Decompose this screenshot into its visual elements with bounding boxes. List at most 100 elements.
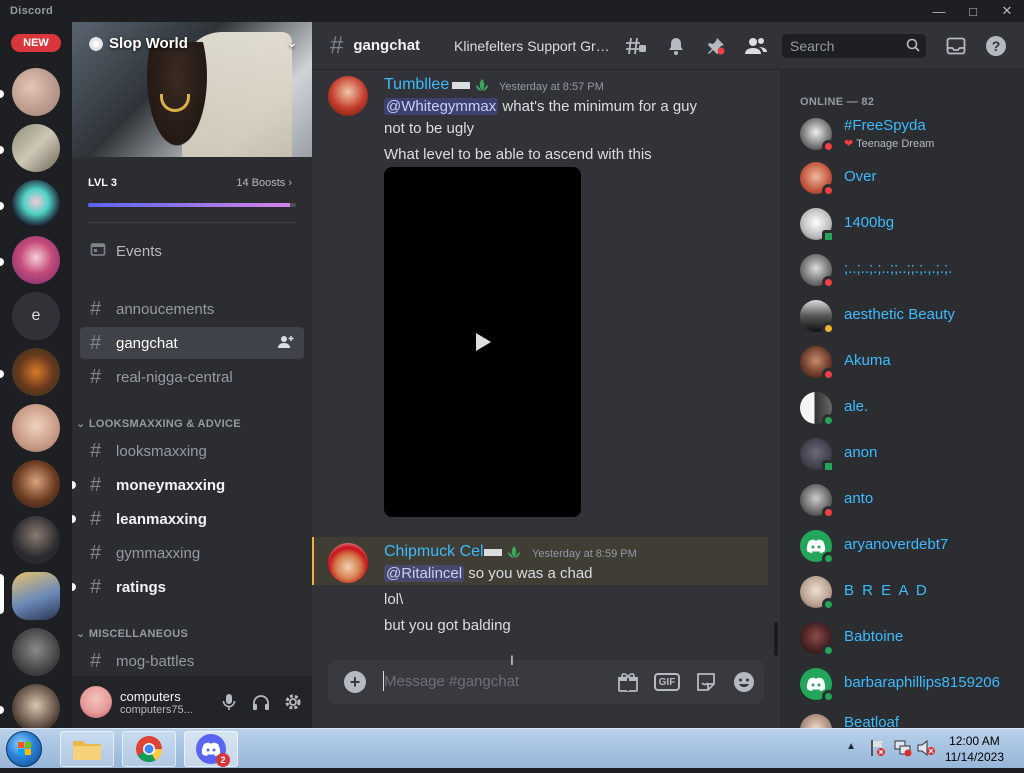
tray-expand-icon[interactable]: ▲ [846,741,856,752]
calendar-icon [90,241,114,261]
channel-real-nigga-central[interactable]: # real-nigga-central [80,361,304,393]
message-input[interactable]: Message #gangchat [384,673,519,690]
server-icon-2[interactable] [12,124,60,172]
boost-bar-fill [88,203,290,207]
message-avatar[interactable] [328,543,368,583]
pin-icon[interactable] [704,34,728,58]
member-item[interactable]: barbaraphillips8159206 [800,664,1020,704]
member-item[interactable]: Over [800,158,1020,198]
boost-count: 14 Boosts › [236,177,292,189]
gear-icon[interactable] [282,691,304,713]
channel-sidebar: Slop World ⌄ LVL 3 14 Boosts › Events # … [72,22,312,728]
member-item[interactable]: 1400bg [800,204,1020,244]
emoji-icon[interactable] [732,670,756,694]
member-item[interactable]: anto [800,480,1020,520]
headphones-icon[interactable] [250,691,272,713]
taskbar-explorer[interactable] [60,731,114,767]
minimize-button[interactable]: — [922,0,956,22]
channel-gangchat[interactable]: # gangchat [80,327,304,359]
server-icon-slop-world[interactable] [12,572,60,620]
member-item[interactable]: ;..;..;.;..;;..;;.;.,.;.;. [800,250,1020,290]
member-item[interactable]: #FreeSpyda ❤ Teenage Dream [800,114,1020,154]
play-icon[interactable] [474,332,492,357]
sticker-icon[interactable] [694,670,718,694]
search-input[interactable]: Search [782,34,926,58]
add-attachment-button[interactable]: + [344,671,366,693]
message-author[interactable]: Tumbllee [384,76,449,94]
server-icon-10[interactable] [12,684,60,728]
scrollbar[interactable] [774,622,778,656]
events-item[interactable]: Events [80,235,304,267]
new-badge[interactable]: NEW [8,31,64,55]
system-clock[interactable]: 12:00 AM 11/14/2023 [945,733,1004,765]
boost-progress[interactable]: LVL 3 14 Boosts › [72,157,312,223]
channel-ratings[interactable]: # ratings [72,571,304,603]
server-icon-8[interactable] [12,516,60,564]
user-mention[interactable]: @Whitegymmax [384,98,499,115]
channel-looksmaxxing[interactable]: # looksmaxxing [80,435,304,467]
channel-annoucements[interactable]: # annoucements [80,293,304,325]
status-online-icon [822,414,835,427]
member-item[interactable]: B R E A D [800,572,1020,612]
server-icon-3[interactable] [12,180,60,228]
status-online-icon [822,644,835,657]
windows-taskbar: 2 ▲ 12:00 AM 11/14/2023 [0,728,1024,768]
server-icon-e[interactable]: e [12,292,60,340]
member-item[interactable]: ale. [800,388,1020,428]
maximize-button[interactable]: □ [956,0,990,22]
server-name[interactable]: Slop World [88,35,188,52]
flag-icon[interactable] [870,739,886,762]
threads-icon[interactable] [624,34,648,58]
server-icon-5[interactable] [12,348,60,396]
invite-user-icon[interactable] [278,335,294,352]
message-timestamp: Yesterday at 8:59 PM [532,548,637,560]
member-item[interactable]: aesthetic Beauty [800,296,1020,336]
taskbar-chrome[interactable] [122,731,176,767]
message-composer[interactable]: + Message #gangchat GIF [328,660,764,704]
gif-button[interactable]: GIF [654,673,680,691]
unread-pip [72,481,76,489]
close-button[interactable]: ✕ [990,0,1024,22]
member-item[interactable]: anon [800,434,1020,474]
channel-moneymaxxing[interactable]: # moneymaxxing [72,469,304,501]
user-avatar[interactable] [80,686,112,718]
server-icon-9[interactable] [12,628,60,676]
microphone-icon[interactable] [218,691,240,713]
video-attachment[interactable] [384,167,581,517]
channel-gymmaxxing[interactable]: # gymmaxxing [80,537,304,569]
category-looksmaxxing[interactable]: ⌄ LOOKSMAXXING & ADVICE [76,417,241,430]
network-icon[interactable] [894,739,912,762]
chat-area: Tumbllee Yesterday at 8:57 PM @Whitegymm… [312,22,780,728]
channel-leanmaxxing[interactable]: # leanmaxxing [72,503,304,535]
server-banner[interactable]: Slop World ⌄ [72,22,312,157]
user-mention[interactable]: @Ritalincel [384,565,465,582]
server-icon-6[interactable] [12,404,60,452]
chevron-down-icon[interactable]: ⌄ [286,34,298,51]
member-name: B R E A D [844,582,929,599]
mouse-cursor: I [510,652,514,668]
taskbar-discord[interactable]: 2 [184,731,238,767]
start-button[interactable] [6,731,42,767]
channel-topic[interactable]: Klinefelters Support Gro... [454,38,614,54]
bell-icon[interactable] [664,34,688,58]
server-tag-badge [452,78,494,96]
server-icon-7[interactable] [12,460,60,508]
member-item[interactable]: Beatloaf [800,710,1020,728]
server-icon-1[interactable] [12,68,60,116]
server-rail: NEW e [0,22,72,728]
category-miscellaneous[interactable]: ⌄ MISCELLANEOUS [76,627,188,640]
members-icon[interactable] [744,34,768,58]
message-avatar[interactable] [328,76,368,116]
volume-muted-icon[interactable] [916,739,936,762]
hashtag-icon: # [90,331,102,354]
member-item[interactable]: Babtoine [800,618,1020,658]
member-item[interactable]: Akuma [800,342,1020,382]
channel-mog-battles[interactable]: # mog-battles [80,645,304,677]
gift-icon[interactable] [616,670,640,694]
member-list: ONLINE — 82 #FreeSpyda ❤ Teenage Dream O… [780,70,1024,728]
message-author[interactable]: Chipmuck Cel [384,543,484,561]
member-item[interactable]: aryanoverdebt7 [800,526,1020,566]
server-icon-4[interactable] [12,236,60,284]
inbox-icon[interactable] [944,34,968,58]
help-icon[interactable]: ? [984,34,1008,58]
